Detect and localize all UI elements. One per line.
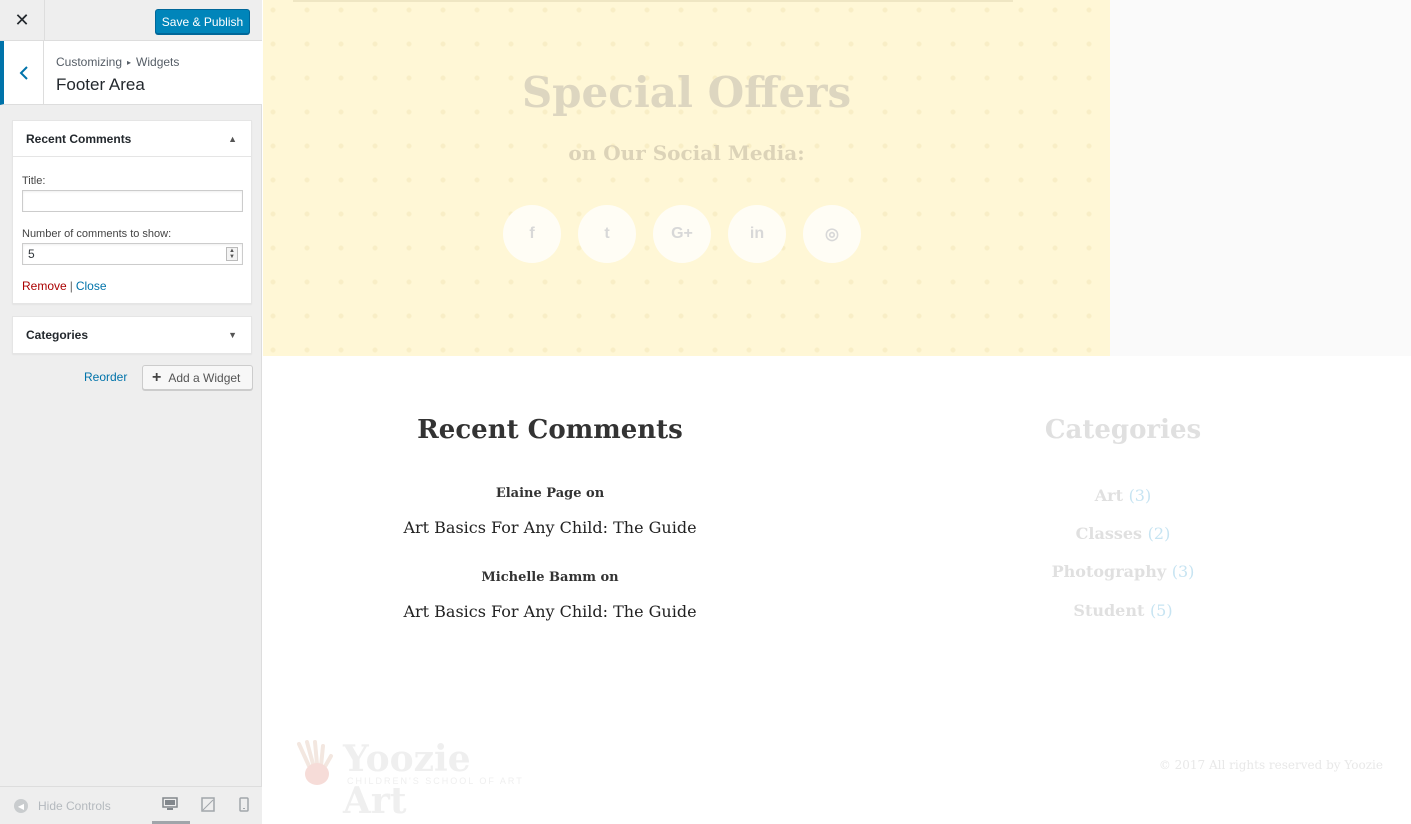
add-widget-label: Add a Widget <box>168 370 241 385</box>
actions-separator: | <box>69 279 73 293</box>
breadcrumb-root: Customizing <box>56 55 123 69</box>
breadcrumb-separator: ▸ <box>127 58 132 67</box>
expand-arrow-icon[interactable]: ▼ <box>228 330 237 340</box>
customizer-footer: ◀ Hide Controls <box>0 786 262 824</box>
instagram-icon[interactable]: ◎ <box>803 205 861 263</box>
save-publish-button[interactable]: Save & Publish <box>155 9 250 34</box>
desktop-preview-icon[interactable] <box>162 797 178 811</box>
twitter-icon[interactable]: t <box>578 205 636 263</box>
remove-widget-link[interactable]: Remove <box>22 279 67 293</box>
category-name: Student <box>1073 601 1145 620</box>
comment-count-value: 5 <box>28 247 35 261</box>
plus-icon: + <box>152 368 162 386</box>
customizer-topbar: ✕ Save & Publish <box>0 0 262 41</box>
section-header: Customizing ▸ Widgets Footer Area <box>0 41 262 105</box>
copyright-text: © 2017 All rights reserved by Yoozie <box>1158 758 1383 772</box>
category-item[interactable]: Classes (2) <box>963 524 1283 543</box>
breadcrumb-child: Widgets <box>136 55 180 69</box>
site-logo[interactable]: Yoozie Art CHILDREN'S SCHOOL OF ART <box>293 738 538 822</box>
offers-subtitle: on Our Social Media: <box>568 141 805 165</box>
facebook-icon[interactable]: f <box>503 205 561 263</box>
close-customizer-button[interactable]: ✕ <box>0 0 45 41</box>
site-preview: Special Offers on Our Social Media: f t … <box>263 0 1411 824</box>
comment-author: Michelle Bamm on <box>481 570 619 585</box>
close-widget-link[interactable]: Close <box>76 279 107 293</box>
chevron-left-icon <box>19 65 28 80</box>
hand-logo-icon <box>297 740 333 785</box>
recent-comments-title: Recent Comments <box>417 415 683 445</box>
widget-categories[interactable]: Categories ▼ <box>12 316 252 354</box>
categories-title: Categories <box>1044 415 1202 445</box>
widget-title: Recent Comments <box>26 131 132 146</box>
collapse-arrow-icon[interactable]: ▲ <box>228 134 237 144</box>
tablet-preview-icon[interactable] <box>201 797 215 812</box>
close-icon: ✕ <box>14 10 30 30</box>
category-count: (2) <box>1147 524 1171 543</box>
offers-side-panel <box>1110 0 1411 356</box>
google-plus-icon[interactable]: G+ <box>653 205 711 263</box>
title-field[interactable] <box>22 190 243 212</box>
category-item[interactable]: Art (3) <box>963 486 1283 505</box>
category-count: (5) <box>1149 601 1173 620</box>
comment-post-link[interactable]: Art Basics For Any Child: The Guide <box>383 602 717 621</box>
category-count: (3) <box>1171 562 1195 581</box>
widget-title: Categories <box>26 328 89 342</box>
widget-header-recent-comments[interactable]: Recent Comments ▲ <box>13 121 251 157</box>
category-name: Art <box>1094 486 1123 505</box>
count-field-label: Number of comments to show: <box>22 228 172 240</box>
widget-header-categories[interactable]: Categories ▼ <box>13 317 251 353</box>
widget-actions: Remove | Close <box>22 279 107 293</box>
collapse-icon: ◀ <box>14 799 28 813</box>
spinner-icon[interactable]: ▲ ▼ <box>226 247 238 261</box>
comment-post-link[interactable]: Art Basics For Any Child: The Guide <box>383 518 717 537</box>
special-offers-section: Special Offers on Our Social Media: f t … <box>263 0 1110 356</box>
section-title: Footer Area <box>56 75 145 94</box>
comment-author: Elaine Page on <box>495 486 605 501</box>
linkedin-icon[interactable]: in <box>728 205 786 263</box>
title-field-label: Title: <box>22 175 46 187</box>
hide-controls-label: Hide Controls <box>38 799 111 813</box>
category-name: Photography <box>1051 562 1167 581</box>
offers-title: Special Offers <box>521 68 852 117</box>
breadcrumb: Customizing ▸ Widgets <box>56 55 179 69</box>
top-divider <box>293 0 1013 2</box>
widget-recent-comments: Recent Comments ▲ Title: Number of comme… <box>12 120 252 304</box>
category-item[interactable]: Photography (3) <box>963 562 1283 581</box>
customizer-sidebar: ✕ Save & Publish Customizing ▸ Widgets Foo… <box>0 0 262 824</box>
logo-tagline: CHILDREN'S SCHOOL OF ART <box>347 776 524 786</box>
category-item[interactable]: Student (5) <box>963 601 1283 620</box>
mobile-preview-icon[interactable] <box>239 797 249 812</box>
category-name: Classes <box>1075 524 1143 543</box>
hide-controls-button[interactable]: ◀ Hide Controls <box>14 799 111 813</box>
add-widget-button[interactable]: + Add a Widget <box>142 365 253 390</box>
back-button[interactable] <box>4 41 44 104</box>
reorder-link[interactable]: Reorder <box>84 370 127 384</box>
comment-count-input[interactable]: 5 ▲ ▼ <box>22 243 243 265</box>
category-count: (3) <box>1128 486 1152 505</box>
